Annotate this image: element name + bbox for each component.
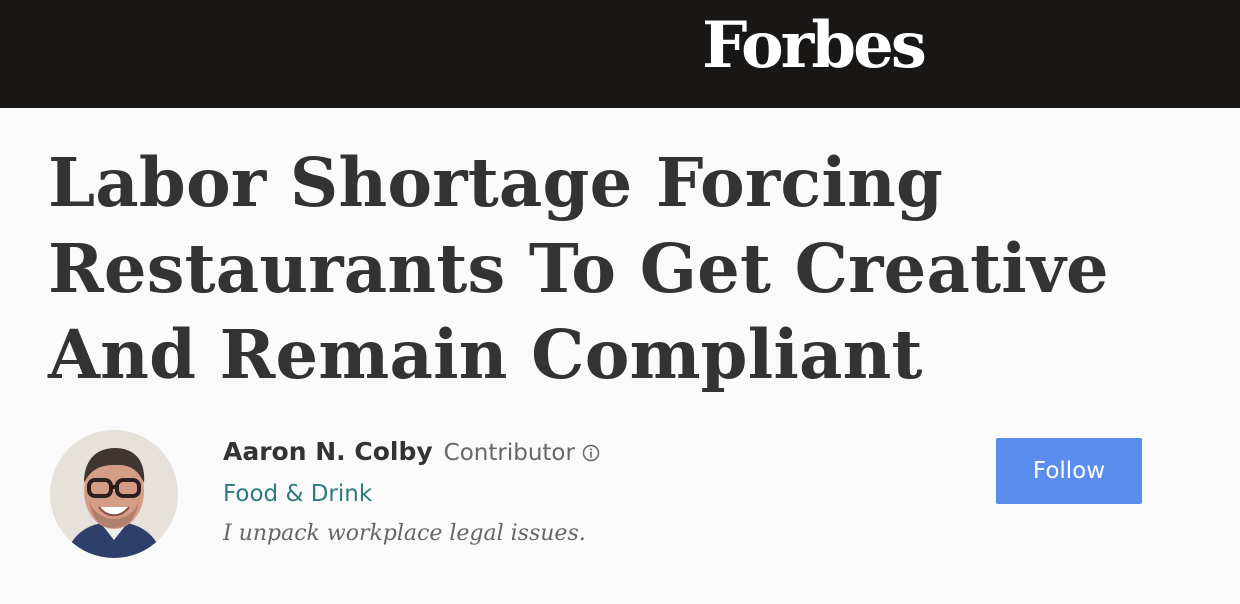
follow-button[interactable]: Follow [996, 438, 1142, 504]
category-link[interactable]: Food & Drink [223, 481, 372, 507]
site-header: Forbes [0, 0, 1240, 108]
author-role: Contributor [443, 440, 575, 466]
article-page: Forbes Labor Shortage Forcing Restaurant… [0, 0, 1240, 604]
author-avatar[interactable] [50, 430, 178, 558]
author-bio: I unpack workplace legal issues. [223, 521, 586, 546]
info-circle-icon[interactable] [582, 444, 600, 462]
article-title: Labor Shortage Forcing Restaurants To Ge… [48, 143, 1109, 394]
author-line: Aaron N. Colby Contributor [223, 437, 600, 466]
author-name[interactable]: Aaron N. Colby [223, 437, 433, 466]
forbes-logo[interactable]: Forbes [702, 14, 927, 78]
